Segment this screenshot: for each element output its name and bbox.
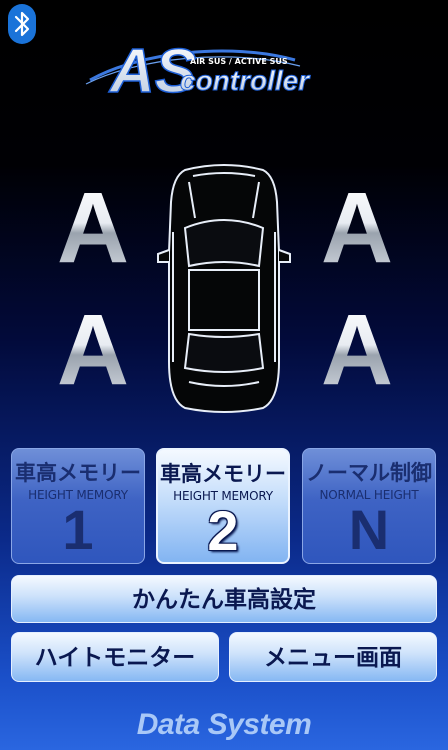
brand-logo: Data System [136, 708, 312, 741]
normal-height-value: N [348, 498, 390, 561]
height-monitor-button[interactable]: ハイトモニター [11, 632, 219, 682]
wheel-rear-left-indicator: A [48, 300, 138, 400]
car-top-view-icon [155, 162, 293, 414]
app-logo: AS AIR SUS / ACTIVE SUS controller [80, 22, 370, 112]
wheel-front-left-indicator: A [48, 178, 138, 278]
height-memory-1-value: 1 [62, 498, 94, 561]
height-memory-1-label-jp: 車高メモリー [15, 461, 141, 485]
wheel-rear-right-indicator: A [312, 300, 402, 400]
height-memory-2-value: 2 [207, 499, 239, 562]
height-memory-2-label-jp: 車高メモリー [160, 462, 286, 486]
height-memory-2-button[interactable]: 車高メモリー HEIGHT MEMORY 2 [156, 448, 290, 564]
menu-screen-button[interactable]: メニュー画面 [229, 632, 437, 682]
normal-height-button[interactable]: ノーマル制御 NORMAL HEIGHT N [302, 448, 436, 564]
logo-wordmark: controller [180, 65, 311, 96]
height-memory-1-button[interactable]: 車高メモリー HEIGHT MEMORY 1 [11, 448, 145, 564]
easy-height-setting-button[interactable]: かんたん車高設定 [11, 575, 437, 623]
bluetooth-icon[interactable] [8, 4, 36, 44]
normal-height-label-jp: ノーマル制御 [306, 461, 432, 485]
wheel-front-right-indicator: A [312, 178, 402, 278]
